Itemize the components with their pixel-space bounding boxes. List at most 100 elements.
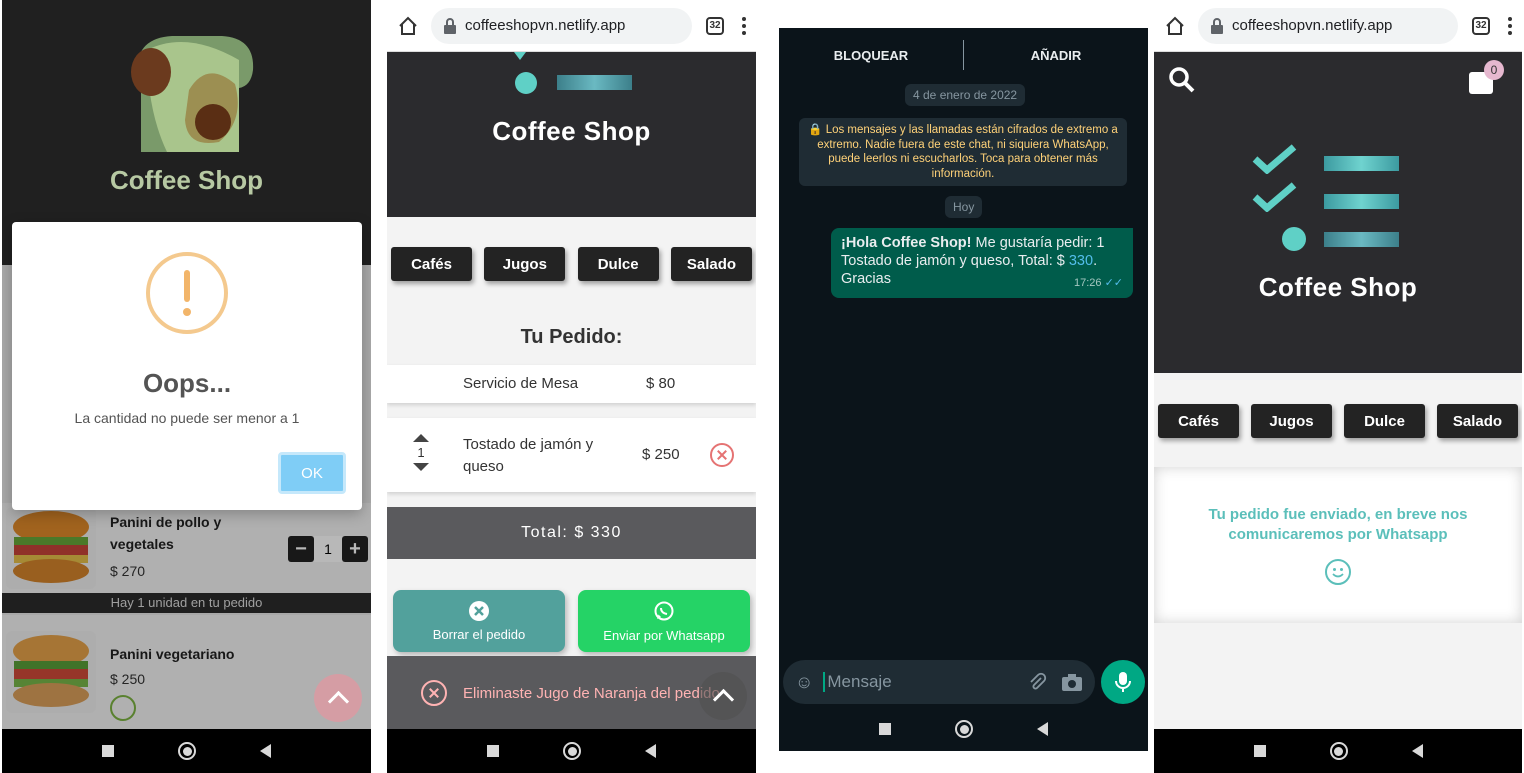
home-circle-icon[interactable] [178,742,196,760]
removed-icon [421,680,447,706]
list-bar-icon [1324,156,1399,171]
message-input[interactable]: ☺ Mensaje [783,660,1095,704]
brand-title: Coffee Shop [1258,272,1418,302]
menu-icon[interactable] [1508,16,1512,35]
order-item-row: 1 Tostado de jamón y queso $ 250 [387,418,756,492]
today-chip: Hoy [945,196,983,218]
service-label: Servicio de Mesa [463,375,579,392]
mic-icon [1115,672,1131,692]
screen-product-alert: Coffee Shop Panini de pollo y vegetales … [2,0,371,773]
url-text: coffeeshopvn.netlify.app [465,17,626,34]
lock-icon [444,17,456,34]
home-circle-icon[interactable] [563,742,581,760]
screen-order-sent: coffeeshopvn.netlify.app 32 0 Coffee Sho… [1154,0,1522,773]
tab-dulce[interactable]: Dulce [1344,404,1425,438]
bullet-icon [1282,227,1306,251]
search-icon[interactable] [1168,66,1196,94]
item-quantity-control: 1 [413,434,429,471]
block-button[interactable]: BLOQUEAR [779,48,963,63]
recents-icon[interactable] [102,745,114,757]
check-icon [514,52,526,60]
item-quantity: 1 [417,445,425,460]
close-circle-icon [469,600,489,621]
lock-icon [1211,17,1223,34]
back-icon[interactable] [1037,722,1048,736]
message-placeholder: Mensaje [823,672,1027,692]
warning-icon [146,252,228,334]
delete-order-label: Borrar el pedido [432,626,526,642]
screen-order: coffeeshopvn.netlify.app 32 Coffee Shop … [387,0,756,773]
order-title: Tu Pedido: [520,326,623,348]
url-text: coffeeshopvn.netlify.app [1232,17,1393,34]
sent-text: Tu pedido fue enviado, en breve nos comu… [1208,506,1468,543]
smile-icon [1325,559,1351,585]
browser-toolbar: coffeeshopvn.netlify.app 32 [387,0,756,52]
scroll-top-button[interactable] [314,674,362,722]
browser-toolbar: coffeeshopvn.netlify.app 32 [1154,0,1522,52]
top-gap [779,0,1148,28]
bullet-icon [515,72,537,94]
tab-jugos[interactable]: Jugos [1251,404,1332,438]
home-icon[interactable] [397,15,419,37]
bottom-gap [779,751,1148,773]
back-icon[interactable] [645,744,656,758]
list-bar-icon [557,75,632,90]
list-bar-icon [1324,232,1399,247]
order-sent-message: Tu pedido fue enviado, en breve nos comu… [1154,467,1522,623]
service-row: Servicio de Mesa $ 80 [387,365,756,403]
recents-icon[interactable] [1253,745,1266,757]
tab-salado[interactable]: Salado [670,247,752,281]
back-icon[interactable] [260,744,271,758]
address-bar[interactable]: coffeeshopvn.netlify.app [431,7,692,44]
check-icon [1252,182,1297,212]
service-price: $ 80 [646,375,676,392]
recents-icon[interactable] [879,723,891,735]
home-circle-icon[interactable] [955,720,973,738]
recents-icon[interactable] [487,745,499,757]
site-header: Coffee Shop [387,52,756,217]
list-bar-icon [1324,194,1399,209]
camera-icon[interactable] [1061,672,1083,692]
scroll-top-button[interactable] [699,672,747,720]
home-icon[interactable] [1164,15,1186,37]
android-nav-bar [2,729,371,773]
menu-icon[interactable] [742,16,746,35]
home-circle-icon[interactable] [1329,742,1348,760]
address-bar[interactable]: coffeeshopvn.netlify.app [1198,7,1458,44]
category-tabs: Cafés Jugos Dulce Salado [387,247,756,281]
tab-switcher-button[interactable]: 32 [1472,16,1490,35]
send-whatsapp-label: Enviar por Whatsapp [603,627,725,643]
site-header: 0 Coffee Shop [1154,52,1522,373]
remove-item-icon[interactable] [710,443,734,467]
chat-action-bar: BLOQUEAR AÑADIR [779,28,1148,82]
tab-cafes[interactable]: Cafés [1158,404,1239,438]
tab-dulce[interactable]: Dulce [577,247,659,281]
android-nav-bar [779,707,1148,751]
send-whatsapp-button[interactable]: Enviar por Whatsapp [578,590,750,652]
android-nav-bar [1154,729,1522,773]
item-price: $ 250 [642,446,680,463]
tab-cafes[interactable]: Cafés [391,247,472,281]
alert-title: Oops... [142,368,232,398]
emoji-icon[interactable]: ☺ [795,672,813,693]
order-total: Total: $ 330 [387,507,756,559]
screen-whatsapp-chat: BLOQUEAR AÑADIR 4 de enero de 2022 🔒 Los… [779,0,1148,773]
encryption-notice[interactable]: 🔒 Los mensajes y las llamadas están cifr… [799,118,1127,186]
tab-switcher-button[interactable]: 32 [706,16,724,35]
outgoing-message[interactable]: ¡Hola Coffee Shop! Me gustaría pedir: 1 … [831,228,1133,298]
ok-button[interactable]: OK [278,452,346,494]
mic-button[interactable] [1101,660,1145,704]
tab-salado[interactable]: Salado [1437,404,1518,438]
android-nav-bar [387,729,756,773]
decrease-arrow-icon[interactable] [413,463,429,471]
item-name: Tostado de jamón y queso [463,436,594,475]
tab-jugos[interactable]: Jugos [484,247,566,281]
date-chip: 4 de enero de 2022 [905,84,1026,106]
lock-icon: 🔒 [808,124,826,136]
attach-icon[interactable] [1027,672,1047,692]
back-icon[interactable] [1411,744,1423,758]
alert-dialog: Oops... La cantidad no puede ser menor a… [12,222,362,510]
add-contact-button[interactable]: AÑADIR [964,48,1148,63]
increase-arrow-icon[interactable] [413,434,429,442]
delete-order-button[interactable]: Borrar el pedido [393,590,565,652]
